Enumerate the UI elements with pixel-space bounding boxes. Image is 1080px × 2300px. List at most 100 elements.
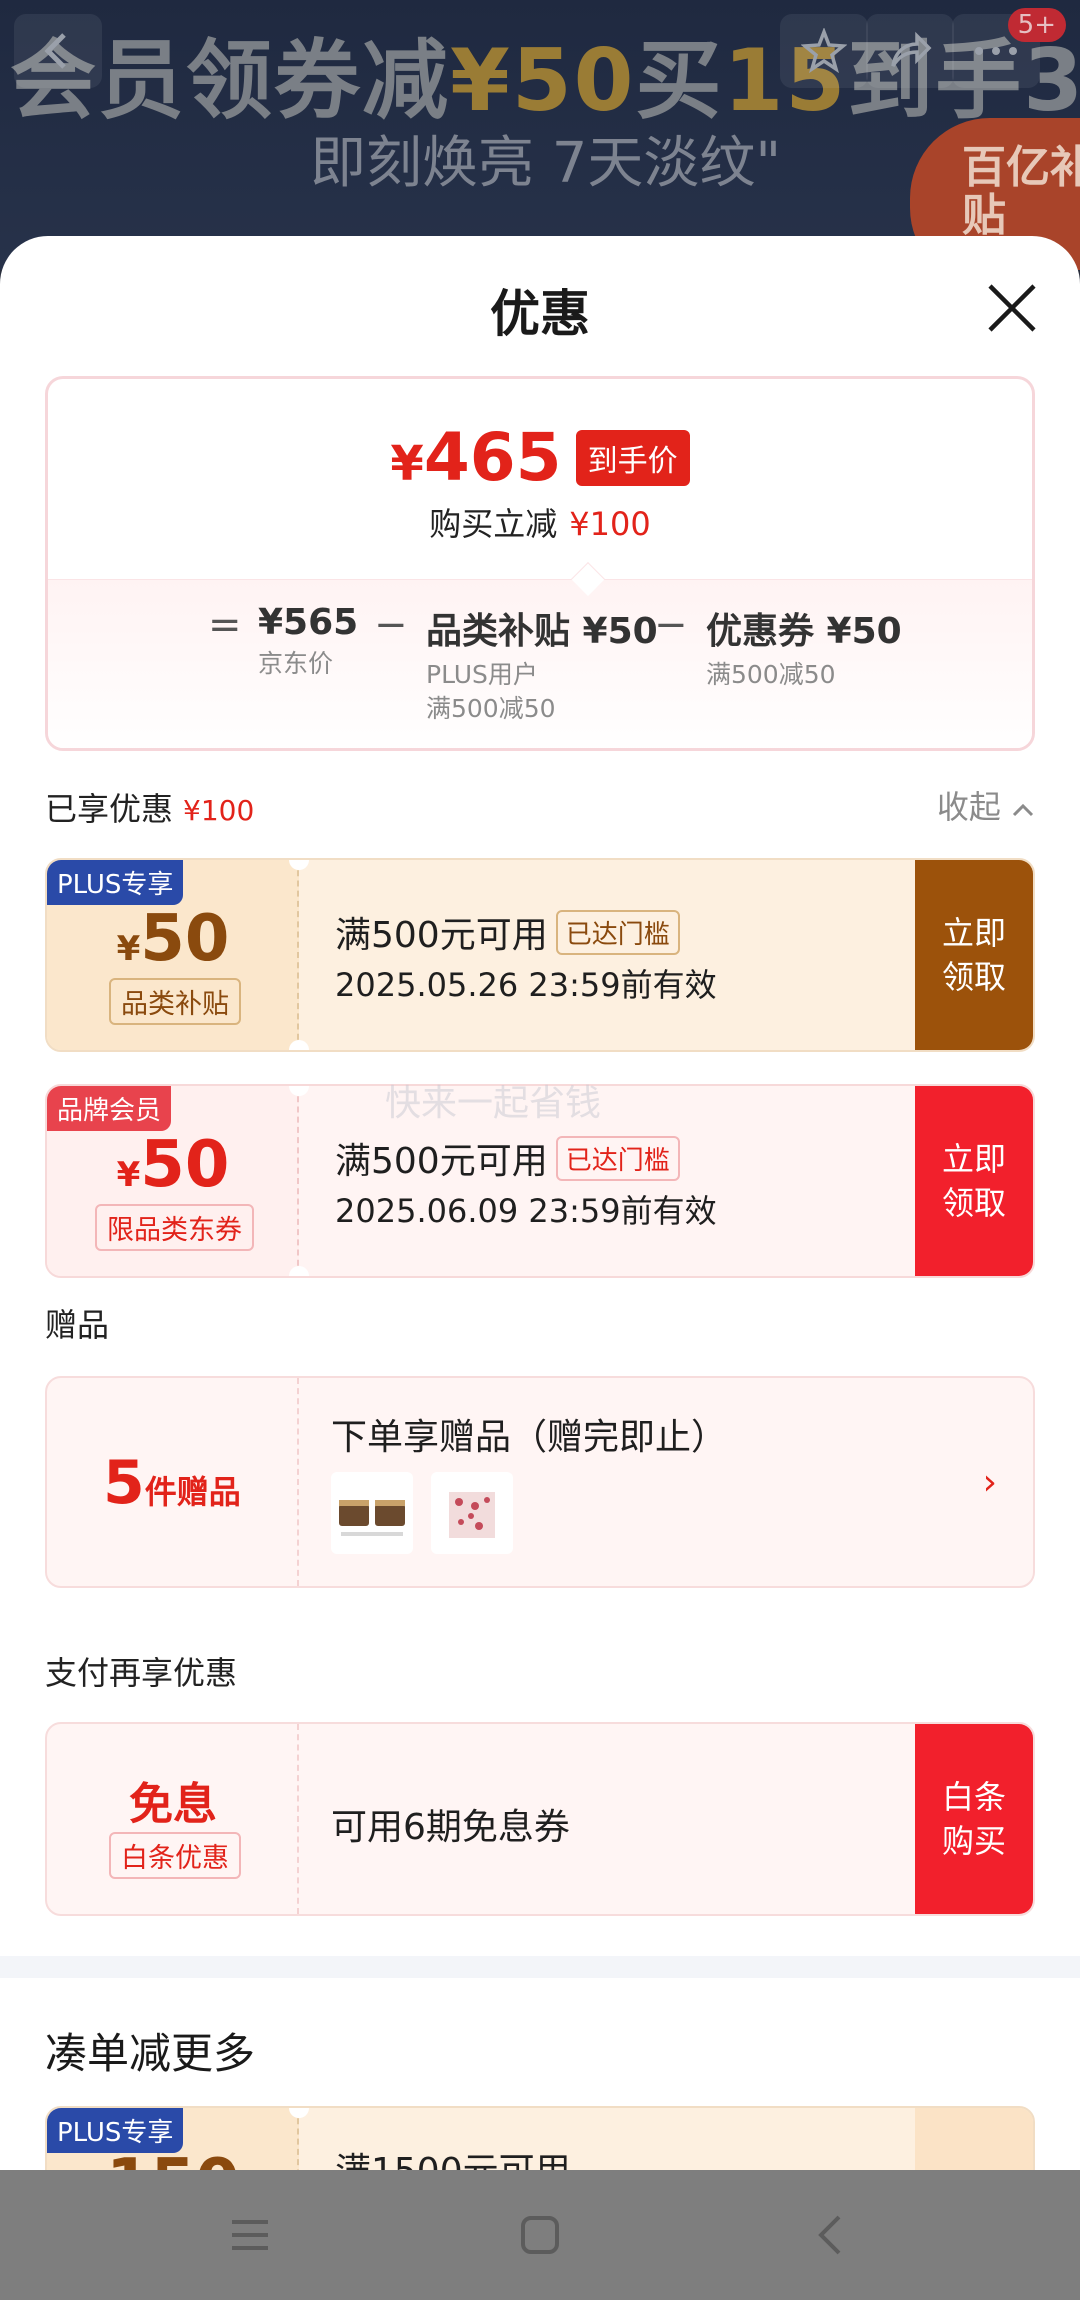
coupon-kind: 品类补贴 [109,978,241,1025]
share-icon [891,31,932,67]
home-button[interactable] [510,2205,570,2265]
gift-card[interactable]: 5件赠品 下单享赠品（赠完即止） › [45,1376,1035,1588]
coupon-amount-value: 50 [140,1128,230,1202]
coupon-sub: 满500减50 [706,660,836,689]
threshold-reached-badge: 已达门槛 [555,1136,680,1181]
section-divider [0,1956,1080,1978]
menu-icon [232,2220,268,2250]
coupon-plus-subsidy: PLUS专享 ¥50 品类补贴 满500元可用 已达门槛 2025.05.26 2… [45,858,1035,1052]
payment-offer-card: 免息 白条优惠 可用6期免息券 白条购买 [45,1722,1035,1916]
instant-save-amount: ¥100 [569,505,651,543]
baitiao-buy-label: 白条购买 [941,1778,1006,1860]
final-price: ¥465 [390,419,561,496]
coupon-kind: 限品类东券 [95,1204,254,1251]
coupon-expiry: 2025.05.26 23:59前有效 [335,966,717,1004]
star-icon [801,28,847,74]
sheet-title: 优惠 [490,285,590,343]
share-button[interactable] [866,14,954,88]
gift-box-icon [449,1492,495,1538]
gift-count-unit: 件赠品 [144,1473,241,1511]
chevron-right-icon: › [982,1462,997,1503]
notification-badge: 5+ [1007,8,1066,42]
plus-exclusive-ribbon: PLUS专享 [47,860,184,905]
chevron-up-icon [1012,803,1034,817]
payment-heading: 支付再享优惠 [45,1654,238,1692]
breakdown-coupon: 优惠券 ¥50 满500减50 [706,602,902,692]
gift-thumbnail-1 [331,1472,413,1554]
enjoyed-label: 已享优惠 [45,790,174,828]
final-price-tag: 到手价 [575,429,690,486]
instant-save-label: 购买立减 [429,505,558,543]
claim-coupon-button[interactable]: 立即领取 [915,860,1033,1050]
instant-save-line: 购买立减 ¥100 [48,499,1032,545]
product-banner: 会员领券减¥50买15到手30ml 即刻焕亮 7天淡纹" 百亿补贴 5+ [0,0,1080,270]
claim-coupon-button[interactable] [915,2108,1033,2170]
banner-subline: 即刻焕亮 7天淡纹" [310,131,782,196]
favorite-button[interactable] [780,14,868,88]
coupon-amount: ¥50 [47,1128,299,1202]
subsidy-sub-1: PLUS用户 [426,660,538,689]
home-square-icon [521,2216,559,2254]
discount-sheet: 优惠 ¥465 到手价 购买立减 ¥100 = ¥565 京东价 − 品类补贴 ¥… [0,236,1080,2170]
more-dots-icon [975,47,1017,55]
cream-jars-icon [339,1500,405,1536]
more-discounts-title: 凑单减更多 [45,2029,256,2078]
collapse-toggle[interactable]: 收起 [937,782,1035,828]
jd-price-value: ¥565 [258,602,359,643]
interest-free-label: 免息 [129,1779,217,1830]
coupon-condition: 满500元可用 已达门槛 [335,906,680,958]
breakdown-subsidy: 品类补贴 ¥50 PLUS用户 满500减50 [426,602,658,726]
coupon-amount: ¥50 [47,902,299,976]
back-button[interactable] [14,14,102,88]
gift-title: 下单享赠品（赠完即止） [331,1417,728,1458]
baitiao-buy-button[interactable]: 白条购买 [915,1724,1033,1914]
threshold-reached-badge: 已达门槛 [555,910,680,955]
banner-headline-mid: 买 [635,31,724,131]
final-price-card: ¥465 到手价 购买立减 ¥100 = ¥565 京东价 − 品类补贴 ¥50 … [45,376,1035,751]
brand-member-ribbon: 品牌会员 [47,1086,172,1131]
coupon-amount-value: 150 [47,2146,299,2170]
claim-coupon-button[interactable]: 立即领取 [915,1086,1033,1276]
coupon-currency: ¥ [116,929,141,969]
close-icon [988,284,1036,332]
subsidy-value: 品类补贴 ¥50 [426,611,658,652]
baitiao-offer-tag: 白条优惠 [109,1832,241,1879]
coupon-amount-value: 50 [140,902,230,976]
coupon-condition-text: 满500元可用 [335,1141,548,1182]
coupon-punch-bottom [289,1040,309,1050]
coupon-punch-bottom [289,1266,309,1276]
back-chevron-icon [818,2215,841,2255]
final-price-value: 465 [423,419,562,496]
coupon-currency: ¥ [116,1155,141,1195]
gift-count: 5件赠品 [103,1448,241,1518]
collapse-label: 收起 [936,788,1001,826]
coupon-condition-text: 满500元可用 [335,915,548,956]
coupon-condition-text: 满1500元可用 [335,2142,571,2170]
price-breakdown: = ¥565 京东价 − 品类补贴 ¥50 PLUS用户 满500减50 − 优… [48,579,1032,748]
back-arrow-icon [44,33,66,69]
minus-sign: − [654,602,688,648]
system-nav-bar [0,2170,1080,2300]
banner-headline-amount: ¥50 [450,31,636,131]
equals-sign: = [208,602,242,648]
watermark-text: 快来一起省钱 [385,1083,602,1124]
gifts-heading: 赠品 [45,1306,110,1344]
recent-apps-button[interactable] [220,2205,280,2265]
final-price-row: ¥465 到手价 [48,419,1032,496]
currency-symbol: ¥ [390,436,424,492]
coupon-value: 优惠券 ¥50 [706,611,902,652]
jd-price-label: 京东价 [258,649,334,678]
claim-label: 立即领取 [941,914,1006,996]
subsidy-sub-2: 满500减50 [426,694,556,723]
enjoyed-amount: ¥100 [183,794,255,827]
breakdown-jd-price: ¥565 京东价 [258,602,358,681]
minus-sign: − [374,602,408,648]
system-back-button[interactable] [800,2205,860,2265]
coupon-expiry: 2025.06.09 23:59前有效 [335,1192,717,1230]
gift-thumbnail-2 [431,1472,513,1554]
installment-text: 可用6期免息券 [331,1807,570,1848]
enjoyed-discounts-heading: 已享优惠 ¥100 [45,784,254,830]
gift-count-value: 5 [103,1448,145,1518]
close-button[interactable] [984,280,1040,336]
claim-label: 立即领取 [941,1140,1006,1222]
